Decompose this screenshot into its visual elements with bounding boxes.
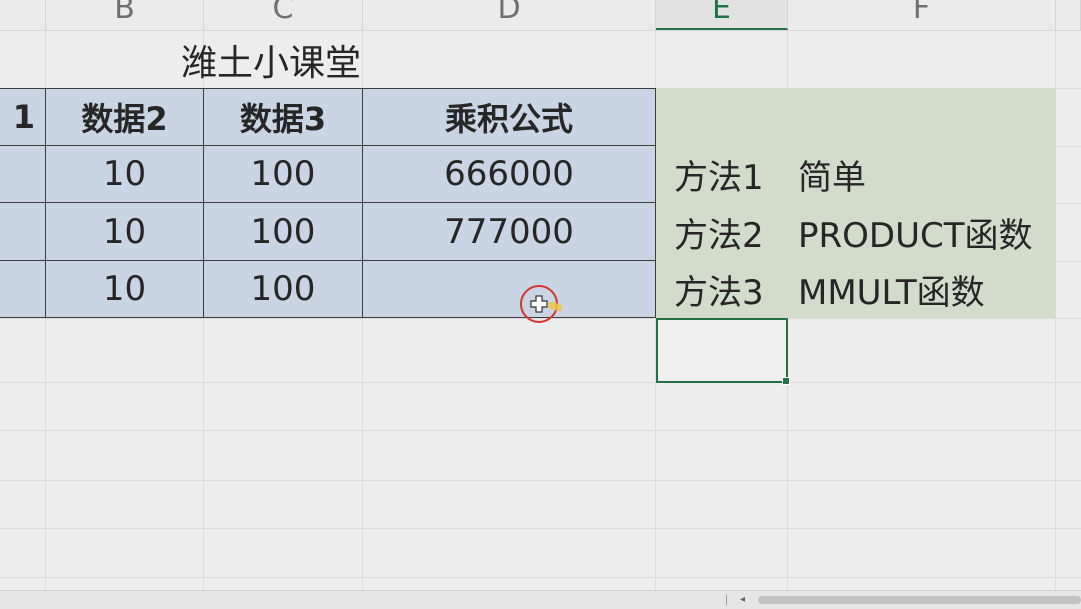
method-desc-cell[interactable]: 简单 bbox=[788, 146, 1056, 203]
gridline bbox=[0, 430, 1081, 431]
cross-cursor-icon bbox=[530, 295, 548, 313]
table-cell[interactable]: 10 bbox=[46, 261, 204, 318]
table-cell[interactable]: 100 bbox=[204, 203, 363, 261]
method-name-cell[interactable]: 方法1 bbox=[656, 146, 788, 203]
fill-handle[interactable] bbox=[782, 377, 790, 385]
table-cell[interactable]: 10 bbox=[46, 146, 204, 203]
table-cell[interactable] bbox=[363, 261, 656, 318]
table-header-cell[interactable]: 数据3 bbox=[204, 88, 363, 146]
selected-cell[interactable] bbox=[656, 318, 790, 385]
table-cell[interactable]: 100 bbox=[204, 261, 363, 318]
sheet-title[interactable]: 潍土小课堂 bbox=[46, 31, 496, 88]
gridline bbox=[0, 480, 1081, 481]
table-cell[interactable]: 10 bbox=[46, 203, 204, 261]
method-desc-cell[interactable]: PRODUCT函数 bbox=[788, 203, 1056, 261]
gridline bbox=[0, 382, 1081, 383]
note-cell[interactable] bbox=[656, 88, 788, 146]
table-header-cell[interactable]: 乘积公式 bbox=[363, 88, 656, 146]
table-cell[interactable] bbox=[0, 203, 46, 261]
note-cell[interactable] bbox=[788, 88, 1056, 146]
table-header-cell[interactable]: 数据2 bbox=[46, 88, 204, 146]
gridline bbox=[0, 528, 1081, 529]
gridline bbox=[0, 577, 1081, 578]
table-header-cell[interactable]: 1 bbox=[0, 88, 46, 146]
method-name-cell[interactable]: 方法3 bbox=[656, 261, 788, 318]
table-cell[interactable]: 666000 bbox=[363, 146, 656, 203]
method-name-cell[interactable]: 方法2 bbox=[656, 203, 788, 261]
scroll-thumb[interactable] bbox=[758, 596, 1081, 604]
table-cell[interactable]: 777000 bbox=[363, 203, 656, 261]
method-desc-cell[interactable]: MMULT函数 bbox=[788, 261, 1056, 318]
table-cell[interactable] bbox=[0, 146, 46, 203]
table-cell[interactable] bbox=[0, 261, 46, 318]
horizontal-scrollbar[interactable]: ◂ bbox=[0, 590, 1081, 609]
table-cell[interactable]: 100 bbox=[204, 146, 363, 203]
scroll-left-arrow-icon[interactable]: ◂ bbox=[740, 594, 745, 606]
scroll-separator bbox=[726, 595, 727, 605]
